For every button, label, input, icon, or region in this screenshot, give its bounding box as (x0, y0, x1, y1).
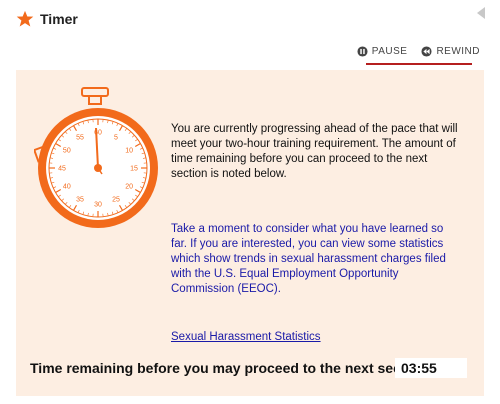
statistics-link[interactable]: Sexual Harassment Statistics (171, 331, 321, 343)
pace-message: You are currently progressing ahead of t… (171, 123, 458, 180)
pause-label: PAUSE (371, 46, 408, 57)
rewind-label: REWIND (436, 46, 480, 57)
star-icon (16, 10, 34, 27)
rewind-icon (421, 46, 432, 57)
dial-number: 5 (114, 134, 118, 141)
rewind-button[interactable]: REWIND (421, 46, 480, 57)
dial-number: 45 (58, 166, 66, 173)
dial-number: 10 (125, 148, 133, 155)
page-title: Timer (40, 11, 78, 27)
controls-underline (366, 63, 472, 65)
dial-number: 50 (63, 148, 71, 155)
pause-icon (357, 46, 368, 57)
dial-number: 40 (63, 184, 71, 191)
stopwatch-illustration: 60510152025303540455055 (34, 87, 158, 228)
dial-number: 25 (112, 197, 120, 204)
time-remaining-value: 03:55 (395, 358, 467, 378)
playback-controls: PAUSE REWIND (357, 46, 480, 57)
dial-number: 15 (130, 166, 138, 173)
time-remaining-label: Time remaining before you may proceed to… (30, 360, 432, 376)
reflection-message: Take a moment to consider what you have … (171, 223, 446, 295)
dial-number: 30 (94, 202, 102, 209)
triangle-left-icon[interactable] (476, 6, 486, 20)
content-panel: 60 5 10 15 20 25 30 35 40 45 50 55 You are currentl… (16, 70, 484, 396)
dial-number: 20 (125, 184, 133, 191)
pause-button[interactable]: PAUSE (357, 46, 408, 57)
header-bar: Timer (0, 0, 500, 38)
dial-number: 55 (76, 134, 84, 141)
dial-number: 35 (76, 197, 84, 204)
